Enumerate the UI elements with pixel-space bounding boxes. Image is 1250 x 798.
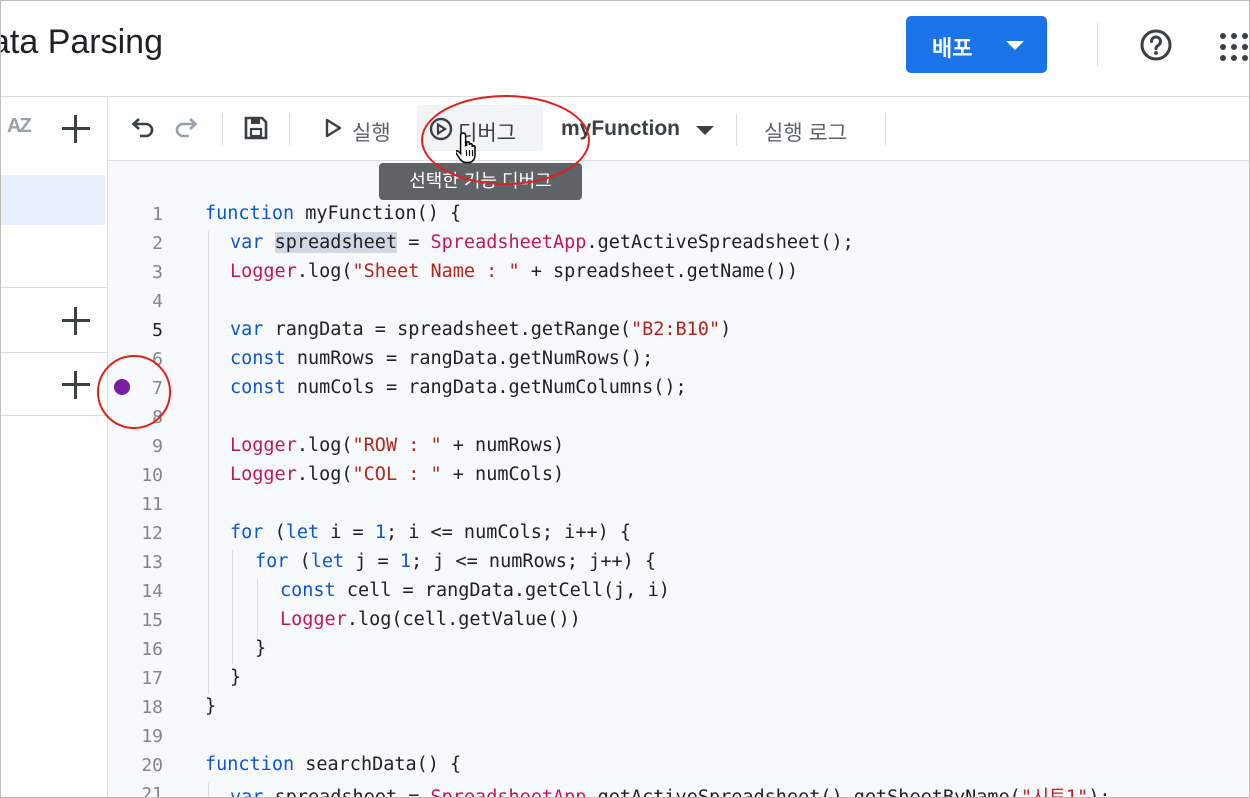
run-play-icon[interactable] xyxy=(322,117,344,139)
app-window: ata Parsing 배포 AZ 실행 디버그 myFunction 실행 로… xyxy=(0,0,1250,798)
line-number: 14 xyxy=(141,581,163,602)
deploy-button-label: 배포 xyxy=(932,36,973,61)
code-line-6: const numRows = rangData.getNumRows(); xyxy=(230,348,654,369)
deploy-button[interactable]: 배포 xyxy=(906,16,1047,73)
redo-icon[interactable] xyxy=(174,115,200,141)
add-file-icon[interactable] xyxy=(62,115,90,143)
add-library-icon[interactable] xyxy=(62,307,90,335)
sort-az-icon[interactable]: AZ xyxy=(7,115,32,138)
line-number: 9 xyxy=(152,436,163,457)
toolbar-separator xyxy=(736,113,737,145)
files-sidebar: AZ xyxy=(1,97,108,797)
line-number: 15 xyxy=(141,610,163,631)
code-line-7: const numCols = rangData.getNumColumns()… xyxy=(230,377,687,398)
code-line-3: Logger.log("Sheet Name : " + spreadsheet… xyxy=(230,261,799,282)
project-title[interactable]: ata Parsing xyxy=(1,23,163,62)
toolbar-separator xyxy=(222,113,223,145)
line-number: 20 xyxy=(141,755,163,776)
code-line-5: var rangData = spreadsheet.getRange("B2:… xyxy=(230,319,732,340)
execution-log-button[interactable]: 실행 로그 xyxy=(764,117,847,147)
line-number: 19 xyxy=(141,726,163,747)
apps-grid-icon[interactable] xyxy=(1219,32,1249,62)
code-line-20: function searchData() { xyxy=(205,754,462,775)
line-number: 4 xyxy=(152,291,163,312)
indent-guide xyxy=(208,783,209,797)
code-line-18: } xyxy=(205,696,217,717)
toolbar-separator xyxy=(289,113,290,145)
run-button-label[interactable]: 실행 xyxy=(352,117,391,147)
selected-file-item[interactable] xyxy=(1,175,105,225)
code-line-12: for (let i = 1; i <= numCols; i++) { xyxy=(230,522,632,543)
annotation-circle-breakpoint xyxy=(97,355,171,429)
code-editor[interactable]: 1 2 3 4 5 6 7 8 9 10 11 12 13 14 15 16 1… xyxy=(108,161,1249,798)
line-number: 16 xyxy=(141,639,163,660)
code-line-1: function myFunction() { xyxy=(205,203,462,224)
undo-icon[interactable] xyxy=(129,115,155,141)
line-number: 10 xyxy=(141,465,163,486)
line-number: 13 xyxy=(141,552,163,573)
line-number: 11 xyxy=(141,494,163,515)
line-number: 2 xyxy=(152,233,163,254)
line-number: 21 xyxy=(141,784,163,798)
line-number: 3 xyxy=(152,262,163,283)
sidebar-divider xyxy=(1,287,107,288)
header-divider xyxy=(1097,23,1098,67)
annotation-circle-debug xyxy=(421,95,590,185)
line-number: 12 xyxy=(141,523,163,544)
code-line-10: Logger.log("COL : " + numCols) xyxy=(230,464,565,485)
code-line-14: const cell = rangData.getCell(j, i) xyxy=(280,580,670,601)
function-select-chevron-icon[interactable] xyxy=(696,126,714,135)
sidebar-divider xyxy=(1,415,107,416)
code-line-21: var spreadsheet = SpreadsheetApp.getActi… xyxy=(230,787,1111,798)
code-line-16: } xyxy=(255,638,267,659)
hand-cursor-icon xyxy=(456,132,476,164)
line-number: 17 xyxy=(141,668,163,689)
chevron-down-icon xyxy=(1006,41,1024,50)
editor-toolbar: 실행 디버그 myFunction 실행 로그 xyxy=(108,97,1249,161)
save-icon[interactable] xyxy=(243,115,269,141)
indent-guide xyxy=(257,579,258,635)
sidebar-divider xyxy=(1,352,107,353)
line-number-current: 5 xyxy=(152,320,163,341)
toolbar-separator xyxy=(885,113,886,145)
code-line-15: Logger.log(cell.getValue()) xyxy=(280,609,581,630)
line-number: 1 xyxy=(152,204,163,225)
code-line-2: var spreadsheet = SpreadsheetApp.getActi… xyxy=(230,232,854,253)
code-line-17: } xyxy=(230,667,242,688)
code-line-9: Logger.log("ROW : " + numRows) xyxy=(230,435,565,456)
add-service-icon[interactable] xyxy=(62,371,90,399)
indent-guide xyxy=(232,550,233,664)
help-icon[interactable] xyxy=(1139,28,1173,62)
indent-guide xyxy=(208,231,209,694)
line-number: 18 xyxy=(141,697,163,718)
code-line-13: for (let j = 1; j <= numRows; j++) { xyxy=(255,551,657,572)
